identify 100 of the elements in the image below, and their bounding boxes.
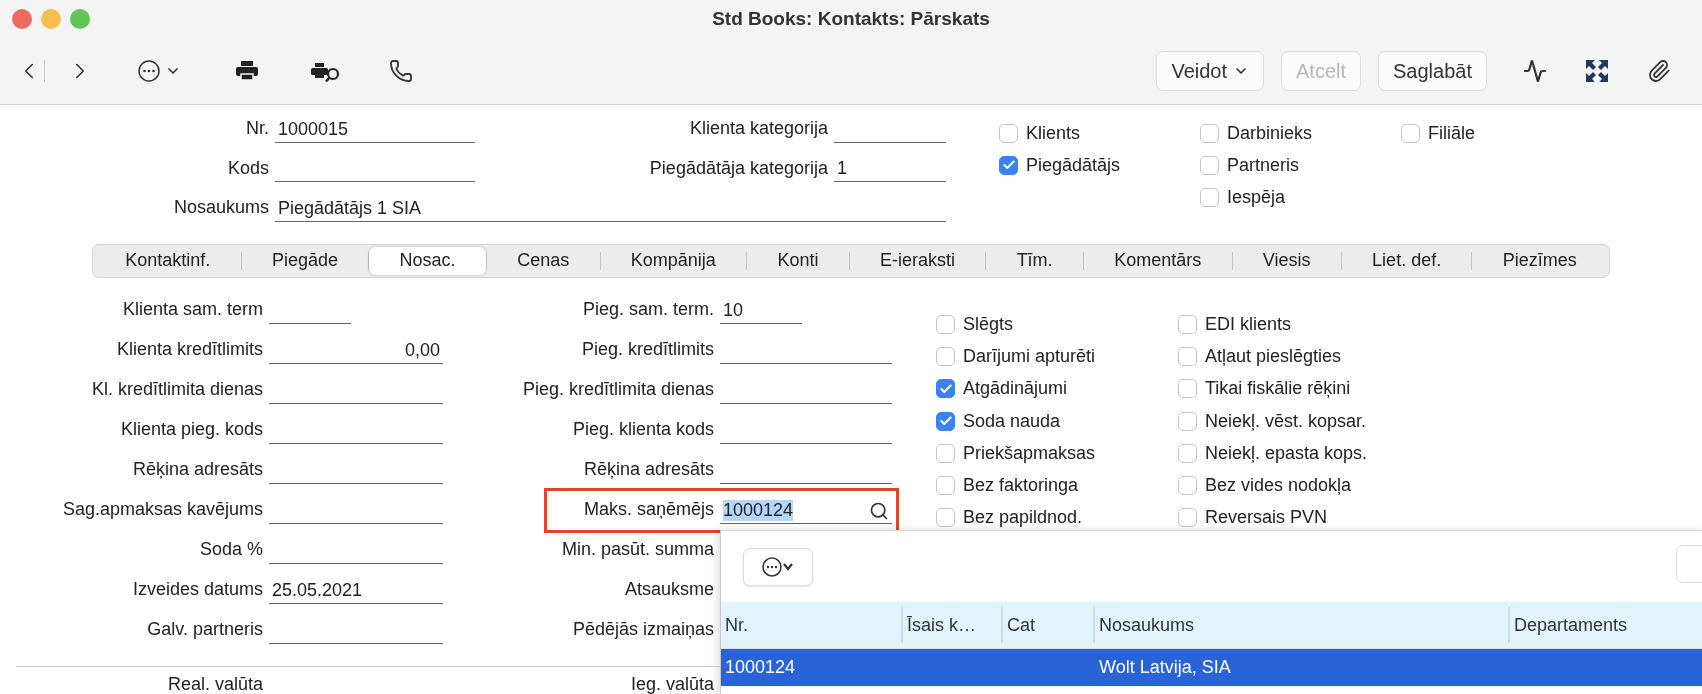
column-header[interactable]: Īsais k…	[903, 607, 1003, 643]
checkbox[interactable]: Filiāle	[1401, 117, 1602, 149]
table-cell: 1000124	[725, 657, 796, 677]
lookup-field[interactable]: 1000124	[720, 495, 892, 524]
checkbox-box[interactable]	[1200, 155, 1219, 175]
checkbox-box[interactable]	[1200, 123, 1219, 143]
input-field[interactable]: 0,00	[269, 335, 443, 364]
toolbar-button[interactable]: Saglabāt	[1378, 51, 1487, 91]
field-label: Izveides datums	[131, 579, 264, 600]
field-label: Galv. partneris	[146, 619, 264, 640]
tab[interactable]: Piezīmes	[1472, 246, 1608, 275]
tab[interactable]: Liet. def.	[1341, 246, 1472, 275]
checkbox-box[interactable]	[999, 123, 1018, 143]
input-field[interactable]: 1000015	[275, 114, 475, 143]
field-label: Ieg. valūta	[629, 674, 715, 694]
tab[interactable]: Nosac.	[369, 246, 486, 275]
checkbox-label: Bez faktoringa	[963, 475, 1079, 497]
checkbox-box[interactable]	[1200, 187, 1219, 207]
checkbox-box[interactable]	[1178, 411, 1197, 431]
table-row[interactable]: 1000124 Wolt Latvija, SIA	[721, 649, 1702, 686]
activity-icon[interactable]	[1523, 59, 1547, 83]
checkbox-box[interactable]	[936, 347, 955, 367]
input-field[interactable]: 25.05.2021	[269, 575, 443, 604]
input-field[interactable]: 1	[834, 154, 946, 183]
tab[interactable]: Kontaktinf.	[95, 246, 241, 275]
checkbox[interactable]: Priekšapmaksas	[936, 437, 1178, 470]
tab[interactable]: Tīm.	[986, 246, 1083, 275]
checkbox-label: Slēgts	[963, 314, 1014, 336]
column-header[interactable]: Nr.	[721, 607, 903, 643]
field-label: Pēdējās izmaiņas	[571, 619, 715, 640]
close-button[interactable]	[12, 9, 32, 29]
input-field[interactable]: Piegādātājs 1 SIA	[275, 193, 946, 222]
zoom-button[interactable]	[70, 9, 90, 29]
tab[interactable]: Komentārs	[1083, 246, 1232, 275]
field-label: Klienta pieg. kods	[119, 419, 264, 440]
column-header[interactable]: Cat	[1003, 607, 1095, 643]
tab[interactable]: Piegāde	[241, 246, 369, 275]
toolbar-field[interactable]	[1676, 545, 1702, 583]
checkbox-box[interactable]	[936, 476, 955, 496]
column-header[interactable]: Nosaukums	[1095, 607, 1510, 643]
checkbox[interactable]: Partneris	[1200, 149, 1401, 181]
checkbox-label: Bez vides nodokļa	[1205, 475, 1352, 497]
checkbox-label: Bez papildnod.	[963, 507, 1083, 529]
checkbox[interactable]: Atgādinājumi	[936, 372, 1178, 406]
checkbox-box[interactable]	[1178, 379, 1197, 399]
field-label: Pieg. kredītlimita dienas	[521, 379, 715, 400]
checkbox-label: Neiekļ. vēst. kopsar.	[1205, 410, 1367, 432]
checkbox[interactable]: Darbinieks	[1200, 117, 1401, 149]
checkbox-box[interactable]	[1401, 123, 1420, 143]
checkbox[interactable]: Iespēja	[1200, 181, 1401, 213]
field-label: Klienta sam. term	[121, 299, 264, 320]
checkbox[interactable]: Tikai fiskālie rēķini	[1178, 372, 1420, 406]
field-label: Soda %	[198, 539, 264, 560]
checkbox[interactable]: Bez vides nodokļa	[1178, 469, 1420, 502]
checkbox[interactable]: Klients	[999, 117, 1200, 149]
field-label: Klienta kategorija	[688, 118, 829, 140]
checkbox[interactable]: Neiekļ. vēst. kopsar.	[1178, 405, 1420, 438]
checkbox-box[interactable]	[1178, 443, 1197, 463]
checkbox-label: Atļaut pieslēgties	[1205, 346, 1342, 368]
tab[interactable]: Cenas	[486, 246, 600, 275]
checkbox-label: Soda nauda	[963, 410, 1061, 432]
checkbox-box[interactable]	[936, 379, 955, 399]
checkbox-box[interactable]	[1178, 476, 1197, 496]
field-label: Sag.apmaksas kavējums	[61, 499, 264, 520]
checkbox[interactable]: EDI klients	[1178, 308, 1420, 341]
checkbox-box[interactable]	[936, 508, 955, 528]
phone-icon[interactable]	[389, 59, 413, 83]
paperclip-icon[interactable]	[1647, 59, 1671, 83]
tab[interactable]: E-ieraksti	[849, 246, 986, 275]
checkbox-box[interactable]	[936, 443, 955, 463]
field-label: Kl. kredītlimita dienas	[90, 379, 264, 400]
input-field[interactable]: 10	[720, 295, 802, 324]
checkbox[interactable]: Bez faktoringa	[936, 469, 1178, 502]
more-menu-icon[interactable]	[137, 59, 181, 83]
checkbox[interactable]: Reversais PVN	[1178, 501, 1420, 534]
checkbox[interactable]: Bez papildnod.	[936, 501, 1178, 534]
more-button[interactable]	[743, 547, 813, 586]
checkbox-label: Partneris	[1227, 154, 1300, 176]
tab[interactable]: Viesis	[1232, 246, 1341, 275]
checkbox-box[interactable]	[1178, 315, 1197, 335]
checkbox[interactable]: Piegādātājs	[999, 149, 1200, 181]
checkbox[interactable]: Soda nauda	[936, 405, 1178, 438]
field-label: Nosaukums	[172, 197, 270, 219]
checkbox[interactable]: Slēgts	[936, 308, 1178, 341]
checkbox[interactable]: Darījumi apturēti	[936, 340, 1178, 373]
checkbox-label: Piegādātājs	[1026, 154, 1121, 176]
search-icon[interactable]	[869, 500, 889, 521]
checkbox-box[interactable]	[936, 315, 955, 335]
column-header[interactable]: Departaments	[1510, 607, 1702, 643]
checkbox[interactable]: Atļaut pieslēgties	[1178, 340, 1420, 373]
checkbox-label: Darbinieks	[1227, 122, 1313, 144]
checkbox-label: Filiāle	[1428, 122, 1475, 144]
checkbox-box[interactable]	[1178, 508, 1197, 528]
checkbox-box[interactable]	[999, 155, 1018, 175]
tab[interactable]: Konti	[747, 246, 849, 275]
checkbox[interactable]: Neiekļ. epasta kops.	[1178, 437, 1420, 470]
toolbar-button[interactable]: Veidot	[1156, 51, 1264, 91]
tab[interactable]: Kompānija	[600, 246, 747, 275]
checkbox-box[interactable]	[1178, 347, 1197, 367]
checkbox-box[interactable]	[936, 411, 955, 431]
